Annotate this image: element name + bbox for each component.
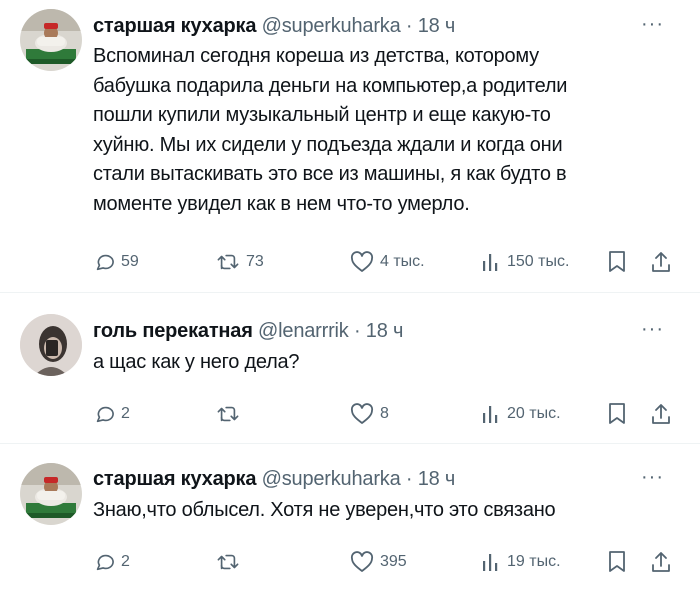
more-icon[interactable]: ··· [641,319,664,339]
like-icon [350,251,374,272]
views-icon [483,254,498,271]
bookmark-icon [609,551,625,572]
action-bar: 2 8 20 тыс. [0,401,700,427]
tweet-header: старшая кухарка @superkuharka · 18 ч [93,14,455,38]
author-handle[interactable]: @superkuharka [262,468,401,490]
action-bar: 59 73 4 тыс. 150 тыс. [0,249,700,275]
repost-icon [217,254,239,270]
reply-button[interactable]: 2 [93,549,130,575]
avatar-image [20,463,82,525]
repost-button[interactable] [216,401,246,427]
tweet-2[interactable]: голь перекатная @lenarrrik · 18 ч ··· а … [0,293,700,443]
share-button[interactable] [650,401,672,427]
reply-button[interactable]: 2 [93,401,130,427]
bookmark-icon [609,403,625,424]
views-button[interactable]: 20 тыс. [481,401,561,427]
repost-icon [217,406,239,422]
like-icon [350,403,374,424]
repost-button[interactable] [216,549,246,575]
views-icon [483,406,498,423]
tweet-1[interactable]: старшая кухарка @superkuharka · 18 ч ···… [0,0,700,290]
repost-count: 73 [246,253,264,270]
bookmark-button[interactable] [607,549,627,575]
timestamp[interactable]: · 18 ч [354,320,403,342]
share-button[interactable] [650,249,672,275]
reply-icon [96,406,114,423]
author-name[interactable]: старшая кухарка [93,15,256,37]
reply-icon [96,254,114,271]
author-handle[interactable]: @lenarrrik [258,320,349,342]
tweet-text: Знаю,что облысел. Хотя не уверен,что это… [93,499,556,521]
repost-icon [217,554,239,570]
reply-count: 59 [121,253,139,270]
bookmark-icon [609,251,625,272]
views-icon [483,554,498,571]
like-button[interactable]: 395 [350,549,407,575]
share-button[interactable] [650,549,672,575]
more-icon[interactable]: ··· [641,14,664,34]
like-icon [350,551,374,572]
avatar-image [20,9,82,71]
like-button[interactable]: 8 [350,401,389,427]
action-bar: 2 395 19 тыс. [0,549,700,575]
avatar[interactable] [20,314,82,376]
bookmark-button[interactable] [607,401,627,427]
reply-count: 2 [121,553,130,570]
avatar-image [20,314,82,376]
tweet-text: Вспоминал сегодня кореша из детства, кот… [93,45,568,215]
reply-button[interactable]: 59 [93,249,139,275]
views-button[interactable]: 19 тыс. [481,549,561,575]
share-icon [652,552,670,572]
views-count: 150 тыс. [507,253,570,270]
views-count: 19 тыс. [507,553,561,570]
views-count: 20 тыс. [507,405,561,422]
bookmark-button[interactable] [607,249,627,275]
author-name[interactable]: голь перекатная [93,320,253,342]
timestamp[interactable]: · 18 ч [406,468,455,490]
share-icon [652,252,670,272]
like-count: 395 [380,553,407,570]
like-count: 8 [380,405,389,422]
author-name[interactable]: старшая кухарка [93,468,256,490]
more-icon[interactable]: ··· [641,467,664,487]
like-button[interactable]: 4 тыс. [350,249,425,275]
like-count: 4 тыс. [380,253,425,270]
reply-count: 2 [121,405,130,422]
tweet-text: а щас как у него дела? [93,351,300,373]
tweet-header: голь перекатная @lenarrrik · 18 ч [93,319,403,343]
avatar[interactable] [20,9,82,71]
views-button[interactable]: 150 тыс. [481,249,569,275]
tweet-header: старшая кухарка @superkuharka · 18 ч [93,467,455,491]
avatar[interactable] [20,463,82,525]
tweet-3[interactable]: старшая кухарка @superkuharka · 18 ч ···… [0,444,700,595]
author-handle[interactable]: @superkuharka [262,15,401,37]
timestamp[interactable]: · 18 ч [406,15,455,37]
repost-button[interactable]: 73 [216,249,264,275]
share-icon [652,404,670,424]
reply-icon [96,554,114,571]
